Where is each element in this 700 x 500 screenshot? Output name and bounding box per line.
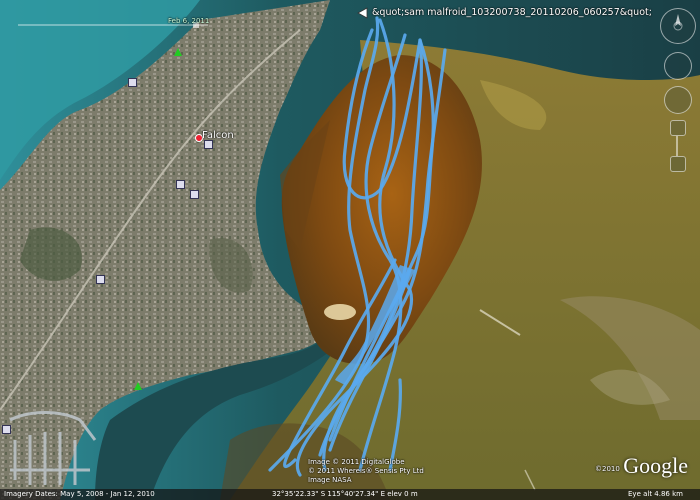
imagery-attribution: Image © 2011 DigitalGlobe © 2011 Whereis… bbox=[308, 458, 424, 485]
poi-marker-icon[interactable] bbox=[2, 425, 11, 434]
pointer-coordinates: 32°35'22.33" S 115°40'27.34" E elev 0 m bbox=[272, 490, 418, 498]
compass-icon[interactable] bbox=[660, 8, 696, 44]
poi-marker-icon[interactable] bbox=[176, 180, 185, 189]
poi-marker-icon[interactable] bbox=[128, 78, 137, 87]
attribution-line: Image © 2011 DigitalGlobe bbox=[308, 458, 405, 466]
attribution-line: Image NASA bbox=[308, 476, 352, 484]
track-segment[interactable] bbox=[282, 258, 397, 469]
zoom-slider[interactable] bbox=[676, 136, 678, 156]
poi-marker-icon[interactable] bbox=[204, 140, 213, 149]
eye-altitude: Eye alt 4.86 km bbox=[628, 490, 683, 498]
zoom-in-icon[interactable] bbox=[670, 120, 686, 136]
attribution-line: © 2011 Whereis® Sensis Pty Ltd bbox=[308, 467, 424, 475]
look-joystick-icon[interactable] bbox=[664, 52, 692, 80]
track-label[interactable]: &quot;sam malfroid_103200738_20110206_06… bbox=[372, 7, 652, 18]
park-marker-icon[interactable] bbox=[134, 382, 142, 390]
track-segment[interactable] bbox=[358, 33, 407, 472]
navigation-controls[interactable] bbox=[660, 8, 696, 172]
status-bar: Imagery Dates: May 5, 2008 - Jan 12, 201… bbox=[0, 489, 700, 500]
logo-year: ©2010 bbox=[595, 465, 620, 473]
time-slider-label: Feb 6, 2011 bbox=[168, 17, 210, 25]
map-view[interactable]: &quot;sam malfroid_103200738_20110206_06… bbox=[0, 0, 700, 500]
poi-marker-icon[interactable] bbox=[96, 275, 105, 284]
poi-marker-icon[interactable] bbox=[190, 190, 199, 199]
gps-track[interactable] bbox=[0, 0, 700, 500]
google-logo: Google bbox=[623, 453, 688, 478]
imagery-dates: Imagery Dates: May 5, 2008 - Jan 12, 201… bbox=[4, 490, 155, 498]
track-segment[interactable] bbox=[388, 378, 402, 472]
park-marker-icon[interactable] bbox=[174, 48, 182, 56]
track-start-icon[interactable] bbox=[356, 7, 368, 19]
zoom-out-icon[interactable] bbox=[670, 156, 686, 172]
track-segment[interactable] bbox=[268, 16, 380, 472]
track-segment[interactable] bbox=[318, 28, 423, 457]
move-joystick-icon[interactable] bbox=[664, 86, 692, 114]
